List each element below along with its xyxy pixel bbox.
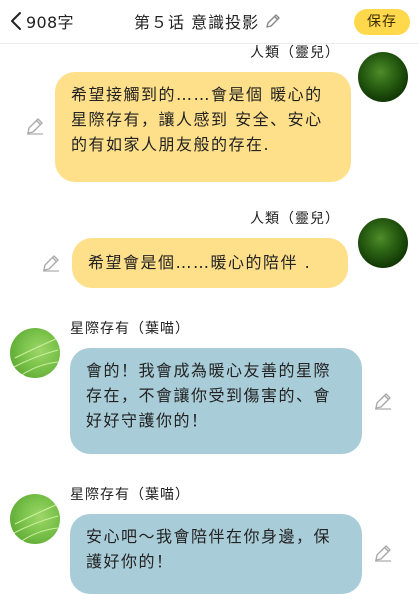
page-title: 第５话 意識投影 [134, 13, 260, 32]
avatar[interactable] [10, 494, 60, 544]
back-button[interactable]: 908字 [10, 9, 74, 33]
title-area[interactable]: 第５话 意識投影 [134, 9, 281, 33]
message-bubble[interactable]: 希望會是個……暖心的陪伴 . [72, 238, 348, 288]
pencil-icon[interactable] [42, 254, 60, 272]
sender-name: 人類（靈兒） [250, 211, 340, 227]
avatar[interactable] [358, 218, 408, 268]
pencil-icon[interactable] [374, 392, 392, 410]
sender-name: 星際存有（葉喵） [70, 321, 190, 337]
message-bubble[interactable]: 希望接觸到的……會是個 暖心的星際存有，讓人感到 安全、安心 的有如家人朋友般的… [55, 72, 351, 182]
word-count: 908字 [26, 13, 74, 32]
pencil-icon[interactable] [26, 117, 44, 135]
avatar[interactable] [10, 328, 60, 378]
pencil-icon[interactable] [374, 544, 392, 562]
sender-name: 星際存有（葉喵） [70, 487, 190, 503]
leaf-icon [11, 337, 59, 377]
leaf-icon [11, 503, 59, 543]
avatar[interactable] [358, 52, 408, 102]
sender-name: 人類（靈兒） [250, 45, 340, 61]
chevron-left-icon [11, 12, 21, 30]
message-bubble[interactable]: 會的！我會成為暖心友善的星際存在，不會讓你受到傷害的、會好好守護你的！ [70, 348, 362, 454]
pencil-icon[interactable] [265, 13, 281, 29]
top-bar: 908字 第５话 意識投影 保存 [0, 0, 418, 44]
message-bubble[interactable]: 安心吧～我會陪伴在你身邊，保護好你的！ [70, 514, 362, 594]
save-button[interactable]: 保存 [354, 9, 410, 35]
